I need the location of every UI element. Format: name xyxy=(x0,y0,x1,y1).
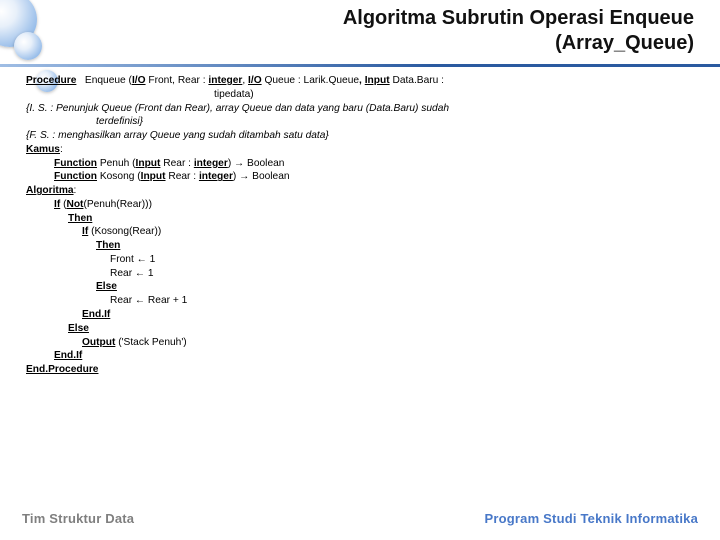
kw-endprocedure: End.Procedure xyxy=(26,364,98,375)
cond1-b: (Penuh(Rear))) xyxy=(83,199,152,210)
kw-input-p1: Input xyxy=(136,158,161,169)
fn1-sig: Rear : xyxy=(160,158,193,169)
kw-endif-2: End.If xyxy=(54,350,82,361)
title-underline xyxy=(0,64,720,67)
slide-title: Algoritma Subrutin Operasi Enqueue (Arra… xyxy=(0,6,720,56)
is-line: {I. S. : Penunjuk Queue (Front dan Rear)… xyxy=(26,102,702,116)
fn1-name: Penuh ( xyxy=(97,158,136,169)
kw-function-1: Function xyxy=(54,158,97,169)
fn2-sig: Rear : xyxy=(166,171,199,182)
title-line-2: (Array_Queue) xyxy=(555,32,694,54)
kw-input-p2: Input xyxy=(141,171,166,182)
kw-else-2: Else xyxy=(68,323,89,334)
kw-algoritma: Algoritma xyxy=(26,185,74,196)
kamus-colon: : xyxy=(60,144,63,155)
kw-endif-1: End.If xyxy=(82,309,110,320)
sig-cont: tipedata) xyxy=(26,88,702,102)
title-line-1: Algoritma Subrutin Operasi Enqueue xyxy=(343,7,694,29)
kw-integer-p1: integer xyxy=(194,158,228,169)
kw-integer-1: integer xyxy=(208,75,242,86)
footer-left: Tim Struktur Data xyxy=(22,511,134,526)
algo-colon: : xyxy=(74,185,77,196)
kw-integer-p2: integer xyxy=(199,171,233,182)
kw-output: Output xyxy=(82,337,115,348)
kw-not: Not xyxy=(66,199,83,210)
kw-then-2: Then xyxy=(96,240,120,251)
footer-right: Program Studi Teknik Informatika xyxy=(485,511,698,526)
assign-rear-1: Rear ← 1 xyxy=(26,267,702,281)
assign-rear-2: Rear ← Rear + 1 xyxy=(26,294,702,308)
cond2: (Kosong(Rear)) xyxy=(88,226,161,237)
fn2-ret: ) → Boolean xyxy=(233,171,290,182)
proc-name-open: Enqueue ( xyxy=(79,75,132,86)
pseudocode-block: Procedure Enqueue (I/O Front, Rear : int… xyxy=(26,74,702,377)
output-arg: ('Stack Penuh') xyxy=(115,337,186,348)
sig-3: Data.Baru : xyxy=(390,75,444,86)
sig-2: Queue : Larik.Queue xyxy=(262,75,359,86)
kw-kamus: Kamus xyxy=(26,144,60,155)
sig-1: Front, Rear : xyxy=(146,75,209,86)
kw-then-1: Then xyxy=(68,213,92,224)
kw-io-1: I/O xyxy=(132,75,146,86)
assign-front: Front ← 1 xyxy=(26,253,702,267)
kw-io-2: I/O xyxy=(248,75,262,86)
is-cont: terdefinisi} xyxy=(26,115,702,129)
kw-procedure: Procedure xyxy=(26,75,76,86)
kw-else-1: Else xyxy=(96,281,117,292)
kw-function-2: Function xyxy=(54,171,97,182)
fs-line: {F. S. : menghasilkan array Queue yang s… xyxy=(26,129,702,143)
kw-input: Input xyxy=(365,75,390,86)
fn1-ret: ) → Boolean xyxy=(228,158,285,169)
fn2-name: Kosong ( xyxy=(97,171,141,182)
